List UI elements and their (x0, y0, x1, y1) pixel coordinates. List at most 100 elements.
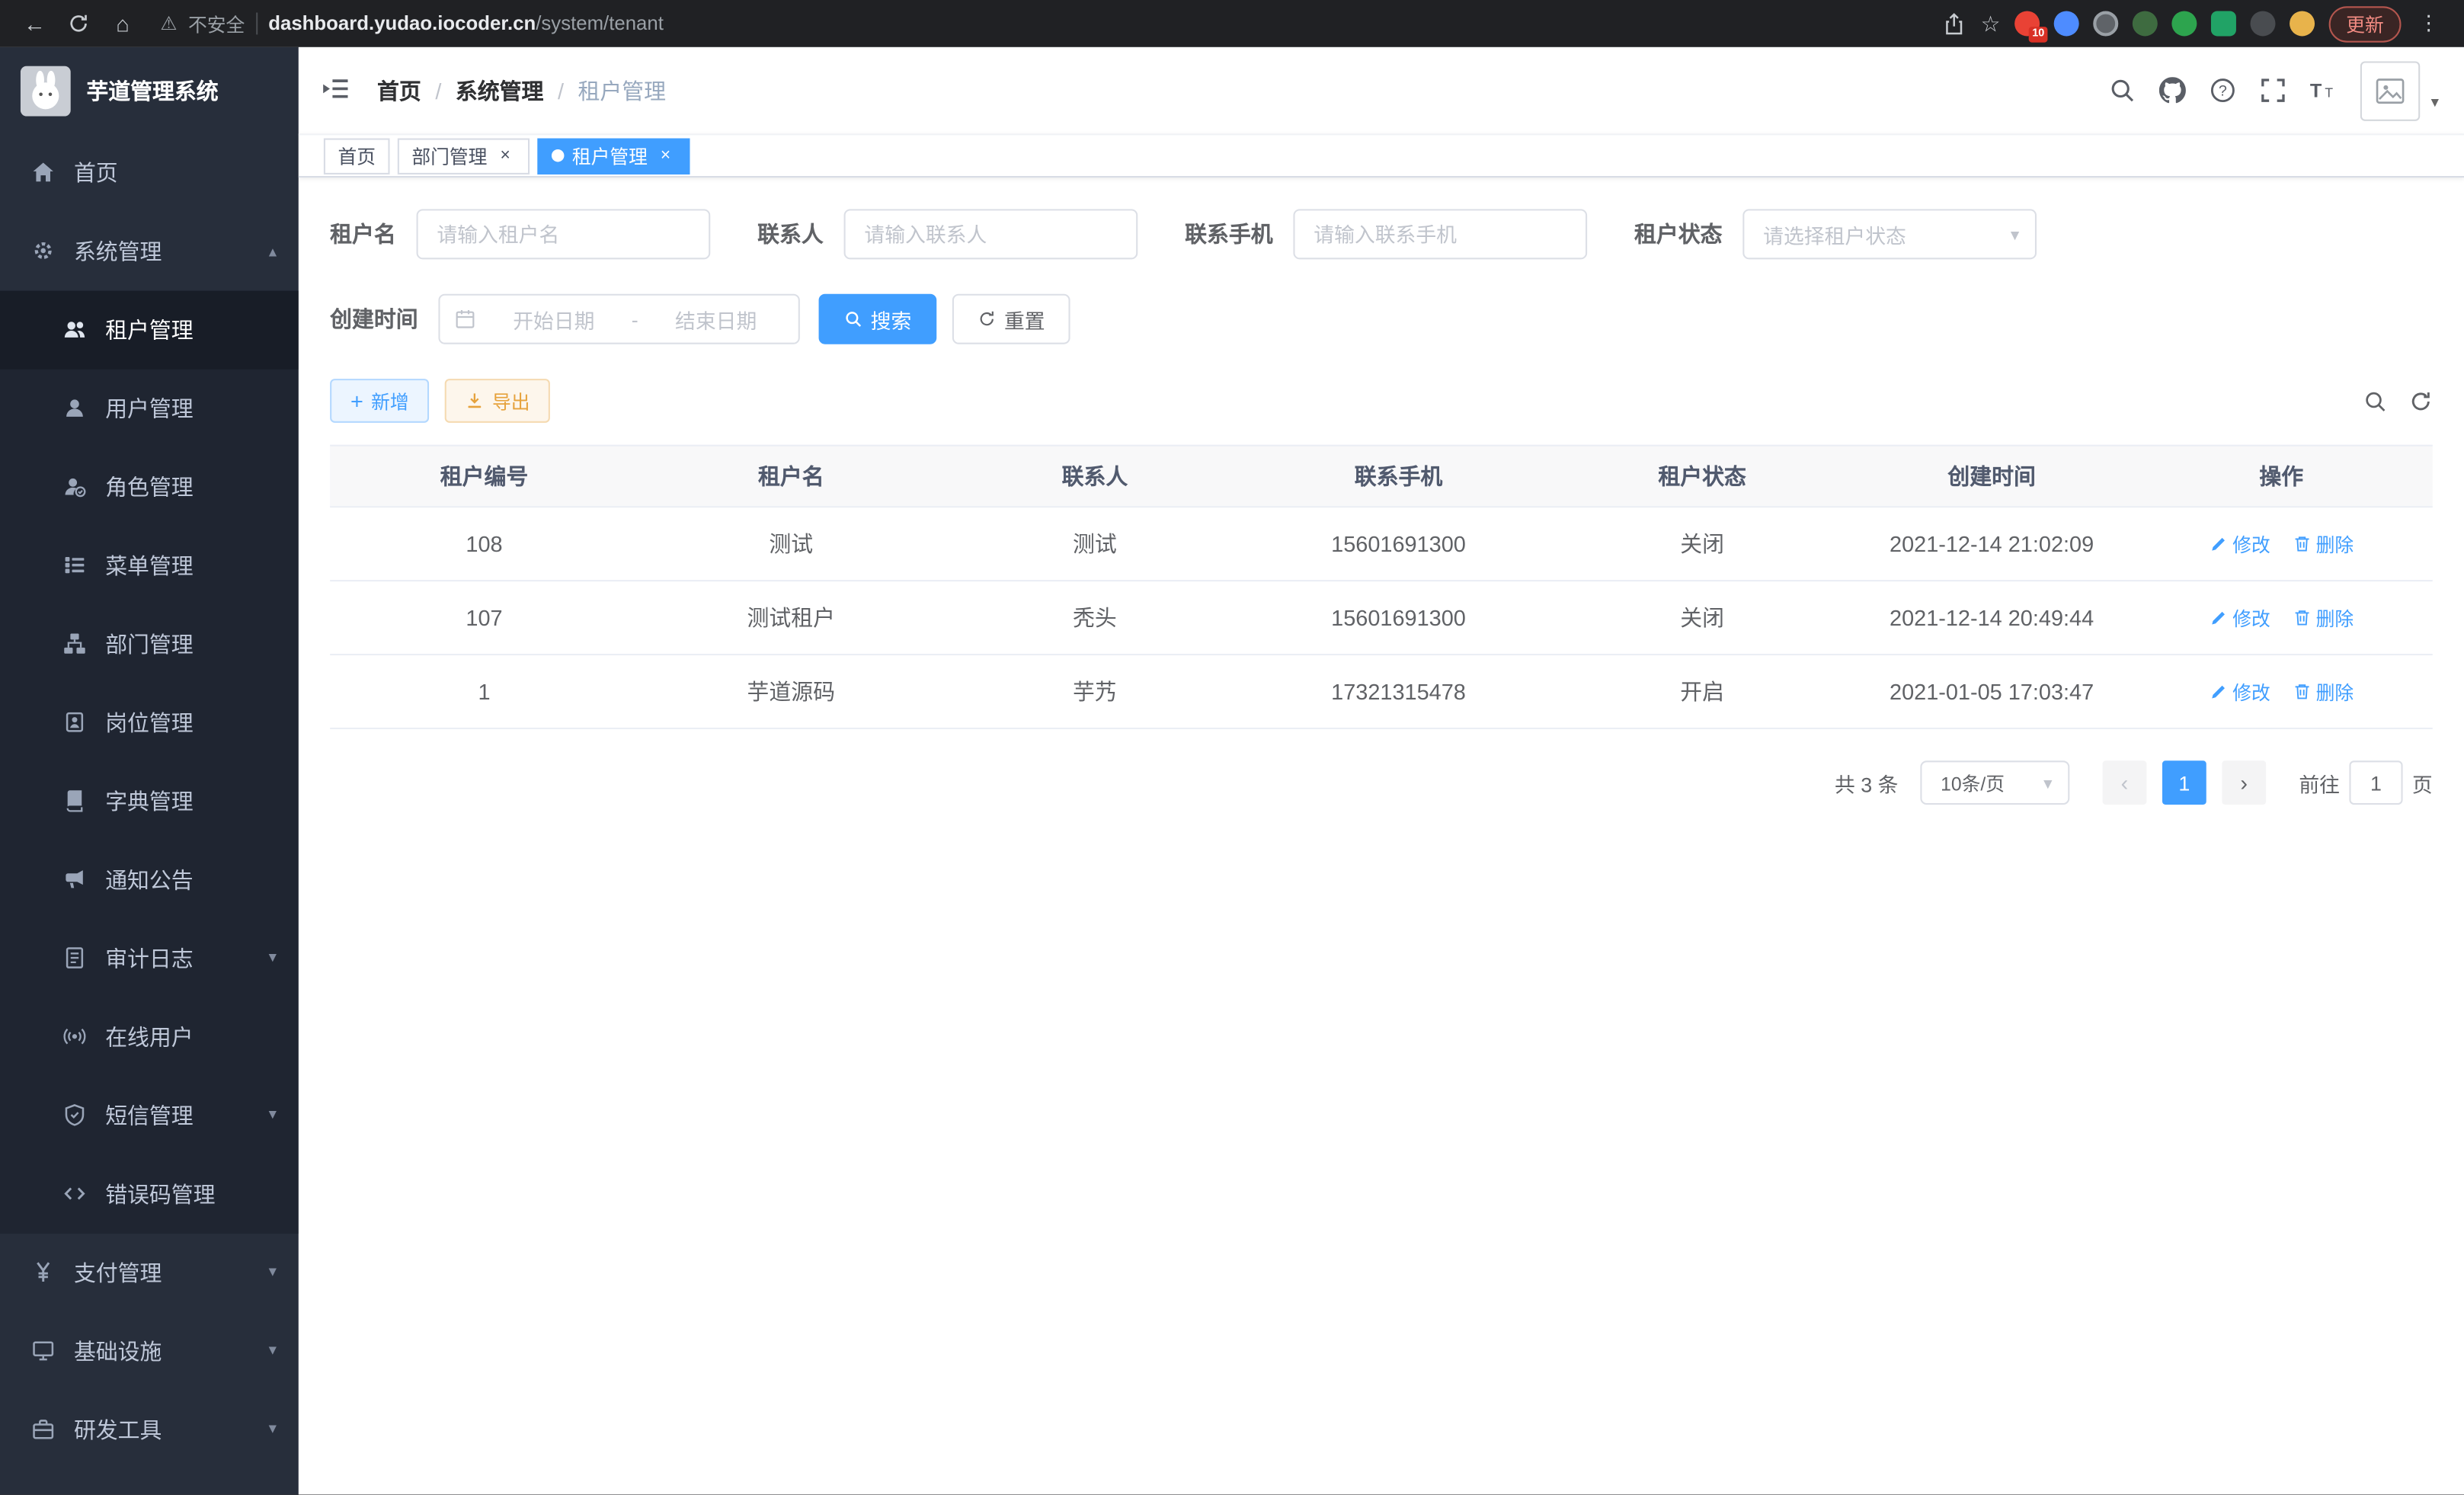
browser-home-button[interactable]: ⌂ (104, 6, 142, 40)
bookmark-star-icon[interactable]: ☆ (1981, 10, 2001, 37)
tenant-name-input[interactable] (417, 209, 711, 259)
edit-button[interactable]: 修改 (2209, 530, 2270, 557)
create-time-range-input[interactable]: 开始日期 - 结束日期 (438, 294, 799, 344)
breadcrumb: 首页 / 系统管理 / 租户管理 (377, 75, 666, 106)
tags-view-bar: 首页 部门管理 × 租户管理 × (299, 133, 2464, 178)
goto-page-input[interactable] (2349, 760, 2402, 805)
github-icon[interactable] (2159, 77, 2186, 104)
help-icon[interactable]: ? (2210, 77, 2236, 104)
sidebar-item-label: 系统管理 (74, 235, 162, 267)
next-page-button[interactable]: › (2222, 760, 2266, 805)
sidebar-item-dict[interactable]: 字典管理 (0, 762, 299, 840)
address-bar[interactable]: ⚠ 不安全 dashboard.yudao.iocoder.cn/system/… (148, 10, 1937, 37)
close-icon[interactable]: × (655, 146, 676, 166)
delete-button[interactable]: 删除 (2293, 604, 2354, 631)
browser-refresh-button[interactable] (59, 6, 98, 40)
svg-text:T: T (2325, 85, 2333, 100)
page-number-button[interactable]: 1 (2162, 760, 2206, 805)
add-button[interactable]: + 新增 (330, 379, 429, 423)
reset-button[interactable]: 重置 (952, 294, 1070, 344)
chrome-update-button[interactable]: 更新 (2329, 5, 2402, 41)
sidebar-item-online-users[interactable]: 在线用户 (0, 998, 299, 1077)
sidebar-item-label: 审计日志 (105, 943, 194, 975)
sidebar-item-error-code[interactable]: 错误码管理 (0, 1155, 299, 1234)
cell-tenant-id: 108 (330, 531, 638, 556)
sidebar-item-label: 字典管理 (105, 786, 194, 817)
svg-text:?: ? (2219, 83, 2227, 100)
audit-doc-icon (63, 946, 88, 972)
sidebar-item-tenant[interactable]: 租户管理 (0, 291, 299, 370)
sidebar-item-label: 部门管理 (105, 629, 194, 660)
avatar-caret-icon[interactable]: ▾ (2431, 94, 2439, 111)
sidebar-item-payment[interactable]: 支付管理 ▾ (0, 1234, 299, 1312)
breadcrumb-system[interactable]: 系统管理 (456, 75, 544, 106)
goto-unit: 页 (2412, 768, 2433, 798)
url-text[interactable]: dashboard.yudao.iocoder.cn/system/tenant (268, 13, 664, 35)
sidebar-item-infrastructure[interactable]: 基础设施 ▾ (0, 1312, 299, 1391)
date-start-placeholder: 开始日期 (485, 304, 622, 334)
search-icon[interactable] (2109, 77, 2136, 104)
delete-button[interactable]: 删除 (2293, 678, 2354, 705)
close-icon[interactable]: × (495, 146, 516, 166)
cell-status: 关闭 (1551, 602, 1854, 633)
extension-icon-blue[interactable] (2054, 11, 2079, 36)
sidebar-item-menu[interactable]: 菜单管理 (0, 527, 299, 605)
sidebar-item-user[interactable]: 用户管理 (0, 370, 299, 448)
sidebar-item-home[interactable]: 首页 (0, 133, 299, 212)
sidebar-item-system[interactable]: 系统管理 ▾ (0, 212, 299, 290)
extension-icon-yellow[interactable] (2290, 11, 2315, 36)
extension-icon-darkgreen[interactable] (2133, 11, 2158, 36)
sidebar-item-role[interactable]: 角色管理 (0, 448, 299, 527)
refresh-button[interactable] (2409, 389, 2433, 412)
delete-button[interactable]: 删除 (2293, 530, 2354, 557)
extension-icon-puzzle[interactable] (2250, 11, 2275, 36)
user-icon (63, 396, 88, 421)
font-size-icon[interactable]: TT (2310, 77, 2337, 104)
sidebar-item-sms[interactable]: 短信管理 ▾ (0, 1077, 299, 1155)
extension-icon-green-square[interactable] (2211, 11, 2236, 36)
search-button[interactable]: 搜索 (819, 294, 937, 344)
user-avatar[interactable] (2360, 60, 2420, 120)
extension-icon-ring[interactable] (2093, 11, 2118, 36)
breadcrumb-home[interactable]: 首页 (377, 75, 421, 106)
sidebar-item-devtools[interactable]: 研发工具 ▾ (0, 1391, 299, 1469)
sidebar-item-notice[interactable]: 通知公告 (0, 840, 299, 919)
delete-icon (2293, 534, 2312, 553)
filter-status: 租户状态 请选择租户状态 ▾ (1634, 209, 2037, 259)
browser-back-button[interactable]: ← (16, 6, 54, 40)
prev-page-button[interactable]: ‹ (2103, 760, 2147, 805)
sidebar-item-label: 用户管理 (105, 393, 194, 424)
phone-input[interactable] (1293, 209, 1587, 259)
url-path: /system/tenant (536, 13, 664, 35)
sidebar-toggle-button[interactable] (321, 73, 355, 107)
contact-label: 联系人 (757, 219, 824, 250)
share-icon[interactable] (1943, 11, 1966, 35)
page-size-select[interactable]: 10条/页 ▾ (1920, 760, 2069, 805)
system-submenu: 租户管理 用户管理 角色管理 菜单管理 部门管理 岗位管理 (0, 291, 299, 1234)
table-row: 108 测试 测试 15601691300 关闭 2021-12-14 21:0… (330, 507, 2433, 581)
contact-input[interactable] (844, 209, 1138, 259)
app-logo[interactable]: 芋道管理系统 (0, 47, 299, 133)
chevron-up-icon: ▾ (269, 244, 277, 260)
sidebar-item-label: 租户管理 (105, 315, 194, 346)
tenant-status-select[interactable]: 请选择租户状态 ▾ (1742, 209, 2037, 259)
tab-home[interactable]: 首页 (324, 137, 390, 173)
edit-button[interactable]: 修改 (2209, 604, 2270, 631)
sidebar-item-post[interactable]: 岗位管理 (0, 683, 299, 762)
breadcrumb-separator: / (435, 78, 441, 103)
tab-tenant[interactable]: 租户管理 × (537, 137, 690, 173)
extension-icon-green-circle[interactable] (2171, 11, 2197, 36)
sidebar-item-dept[interactable]: 部门管理 (0, 605, 299, 683)
cell-created: 2021-12-14 20:49:44 (1853, 605, 2130, 630)
extension-icon-red[interactable]: 10 (2014, 11, 2040, 36)
fullscreen-icon[interactable] (2260, 77, 2286, 104)
toggle-search-button[interactable] (2363, 389, 2387, 412)
page-size-value: 10条/页 (1941, 770, 2043, 796)
browser-menu-icon[interactable]: ⋮ (2415, 11, 2442, 36)
cell-contact: 秃头 (944, 602, 1246, 633)
sidebar-item-audit-log[interactable]: 审计日志 ▾ (0, 920, 299, 998)
edit-button[interactable]: 修改 (2209, 678, 2270, 705)
tab-dept[interactable]: 部门管理 × (398, 137, 530, 173)
extension-badge: 10 (2029, 27, 2047, 43)
export-button[interactable]: 导出 (445, 379, 550, 423)
